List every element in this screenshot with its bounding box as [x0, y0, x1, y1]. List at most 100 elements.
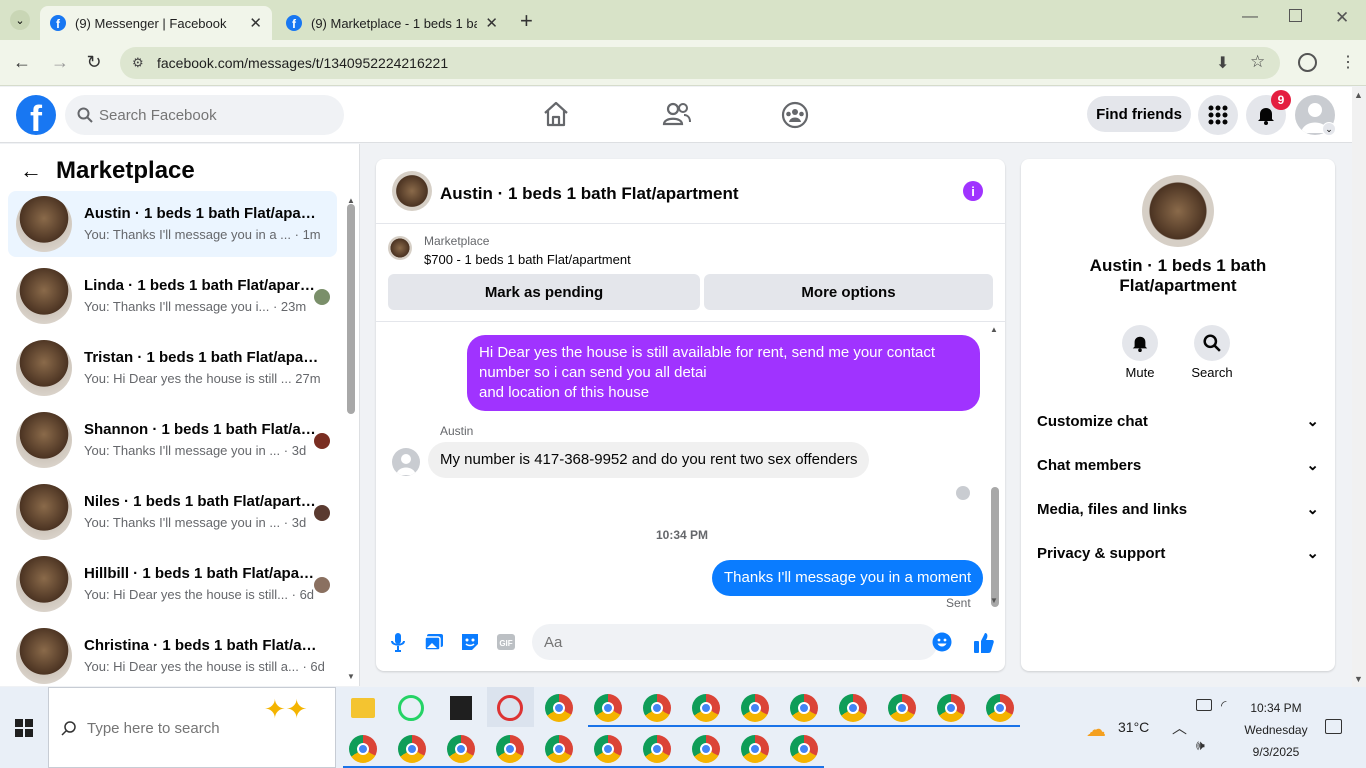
chrome-icon[interactable]: [643, 735, 671, 763]
chrome-icon[interactable]: [986, 694, 1014, 722]
chrome-icon[interactable]: [643, 694, 671, 722]
more-options-button[interactable]: More options: [704, 274, 993, 310]
back-arrow-icon[interactable]: ←: [11, 52, 33, 73]
sticky-notes-icon[interactable]: [450, 696, 472, 720]
chevron-down-icon[interactable]: ⌄: [1322, 122, 1336, 136]
tab-messenger[interactable]: f (9) Messenger | Facebook ✕: [40, 6, 272, 40]
chrome-icon[interactable]: [545, 694, 573, 722]
chrome-icon[interactable]: [594, 735, 622, 763]
outgoing-message[interactable]: Hi Dear yes the house is still available…: [467, 335, 980, 411]
tray-chevron-up-icon[interactable]: ︿: [1172, 717, 1187, 738]
privacy-support-row[interactable]: Privacy & support ⌄: [1037, 541, 1319, 565]
chrome-icon[interactable]: [790, 694, 818, 722]
search-in-chat-icon[interactable]: [1194, 325, 1230, 361]
microphone-icon[interactable]: [387, 631, 409, 653]
home-icon[interactable]: [542, 101, 570, 127]
install-app-icon[interactable]: ⬇: [1216, 53, 1229, 73]
windows-start-icon[interactable]: [15, 719, 33, 737]
page-scrollbar[interactable]: [1352, 87, 1366, 687]
chrome-icon[interactable]: [741, 694, 769, 722]
chrome-icon[interactable]: [937, 694, 965, 722]
scroll-up-icon[interactable]: ▲: [1354, 90, 1363, 100]
weather-icon[interactable]: ☁: [1086, 717, 1106, 742]
taskbar-search-input[interactable]: [87, 716, 257, 740]
file-explorer-icon[interactable]: [351, 698, 375, 718]
snipping-tool-icon[interactable]: [497, 695, 523, 721]
conversation-item[interactable]: Christina · 1 beds 1 bath Flat/apartment…: [8, 623, 337, 689]
battery-icon[interactable]: [1196, 699, 1212, 711]
taskbar-search[interactable]: ✦✦: [48, 687, 336, 768]
emoji-icon[interactable]: [932, 632, 952, 652]
bookmark-star-icon[interactable]: ☆: [1250, 52, 1265, 72]
groups-icon[interactable]: [781, 101, 809, 129]
mute-bell-icon[interactable]: [1122, 325, 1158, 361]
chat-title[interactable]: Austin · 1 beds 1 bath Flat/apartment: [440, 184, 739, 204]
speaker-icon[interactable]: 🕪: [1196, 737, 1205, 754]
close-tab-icon[interactable]: ✕: [249, 14, 262, 32]
browser-menu-icon[interactable]: ⋮: [1340, 52, 1356, 72]
facebook-logo-icon[interactable]: f: [16, 95, 56, 135]
chrome-icon[interactable]: [594, 694, 622, 722]
chat-scrollbar[interactable]: [991, 487, 999, 607]
scroll-down-icon[interactable]: ▼: [990, 596, 998, 605]
find-friends-button[interactable]: Find friends: [1087, 96, 1191, 132]
chat-members-row[interactable]: Chat members ⌄: [1037, 453, 1319, 477]
facebook-search-input[interactable]: [99, 95, 329, 135]
wifi-icon[interactable]: ◜: [1221, 697, 1226, 714]
chrome-icon[interactable]: [692, 735, 720, 763]
close-tab-icon[interactable]: ✕: [485, 14, 498, 32]
chrome-icon[interactable]: [447, 735, 475, 763]
maximize-icon[interactable]: [1289, 9, 1302, 22]
new-tab-plus-icon[interactable]: +: [520, 8, 533, 34]
conversation-item[interactable]: Niles · 1 beds 1 bath Flat/apartment You…: [8, 479, 337, 545]
menu-grid-icon[interactable]: [1198, 95, 1238, 135]
site-settings-icon[interactable]: ⚙: [132, 55, 144, 71]
chat-avatar[interactable]: [392, 171, 432, 211]
notification-center-icon[interactable]: [1325, 719, 1342, 734]
conversation-item[interactable]: Shannon · 1 beds 1 bath Flat/apartment Y…: [8, 407, 337, 473]
chrome-icon[interactable]: [790, 735, 818, 763]
listing-price[interactable]: $700 - 1 beds 1 bath Flat/apartment: [424, 252, 631, 267]
incoming-message[interactable]: My number is 417-368-9952 and do you ren…: [428, 442, 870, 478]
customize-chat-row[interactable]: Customize chat ⌄: [1037, 409, 1319, 433]
window-close-icon[interactable]: ✕: [1335, 8, 1349, 28]
back-arrow-icon[interactable]: ←: [20, 158, 42, 184]
friends-icon[interactable]: [662, 102, 692, 126]
sticker-icon[interactable]: [459, 631, 481, 653]
conversation-item[interactable]: Hillbill · 1 beds 1 bath Flat/apartment …: [8, 551, 337, 617]
mark-as-pending-button[interactable]: Mark as pending: [388, 274, 700, 310]
media-files-links-row[interactable]: Media, files and links ⌄: [1037, 497, 1319, 521]
url-omnibox[interactable]: ⚙ facebook.com/messages/t/13409522242162…: [120, 47, 1280, 79]
whatsapp-icon[interactable]: [398, 695, 424, 721]
chrome-icon[interactable]: [496, 735, 524, 763]
reload-icon[interactable]: ↻: [83, 52, 105, 73]
chrome-icon[interactable]: [398, 735, 426, 763]
message-input[interactable]: [544, 624, 904, 660]
chrome-icon[interactable]: [741, 735, 769, 763]
outgoing-message[interactable]: Thanks I'll message you in a moment: [712, 560, 984, 596]
chrome-icon[interactable]: [545, 735, 573, 763]
chrome-icon[interactable]: [692, 694, 720, 722]
profile-icon[interactable]: [1298, 53, 1317, 72]
conversation-item[interactable]: Linda · 1 beds 1 bath Flat/apartment You…: [8, 263, 337, 329]
forward-arrow-icon[interactable]: →: [49, 52, 71, 73]
facebook-search[interactable]: [65, 95, 344, 135]
chrome-icon[interactable]: [839, 694, 867, 722]
tab-search-icon[interactable]: ⌄: [10, 10, 30, 30]
scroll-up-icon[interactable]: ▲: [990, 325, 998, 334]
scroll-down-icon[interactable]: ▼: [1354, 674, 1363, 684]
minimize-icon[interactable]: —: [1242, 8, 1258, 26]
scroll-down-icon[interactable]: ▼: [347, 672, 355, 681]
chrome-icon[interactable]: [349, 735, 377, 763]
info-icon[interactable]: i: [963, 181, 983, 201]
conversation-item[interactable]: Tristan · 1 beds 1 bath Flat/apartment Y…: [8, 335, 337, 401]
conversation-item[interactable]: Austin · 1 beds 1 bath Flat/apartment Yo…: [8, 191, 337, 257]
message-composer[interactable]: [532, 624, 952, 660]
taskbar-clock[interactable]: 10:34 PM Wednesday 9/3/2025: [1243, 697, 1309, 763]
weather-temperature[interactable]: 31°C: [1118, 719, 1149, 735]
chrome-icon[interactable]: [888, 694, 916, 722]
gif-icon[interactable]: GIF: [495, 631, 517, 653]
tab-marketplace[interactable]: f (9) Marketplace - 1 beds 1 bath ✕: [276, 6, 508, 40]
conversation-list-scrollbar[interactable]: [347, 204, 355, 414]
photo-icon[interactable]: [423, 631, 445, 653]
